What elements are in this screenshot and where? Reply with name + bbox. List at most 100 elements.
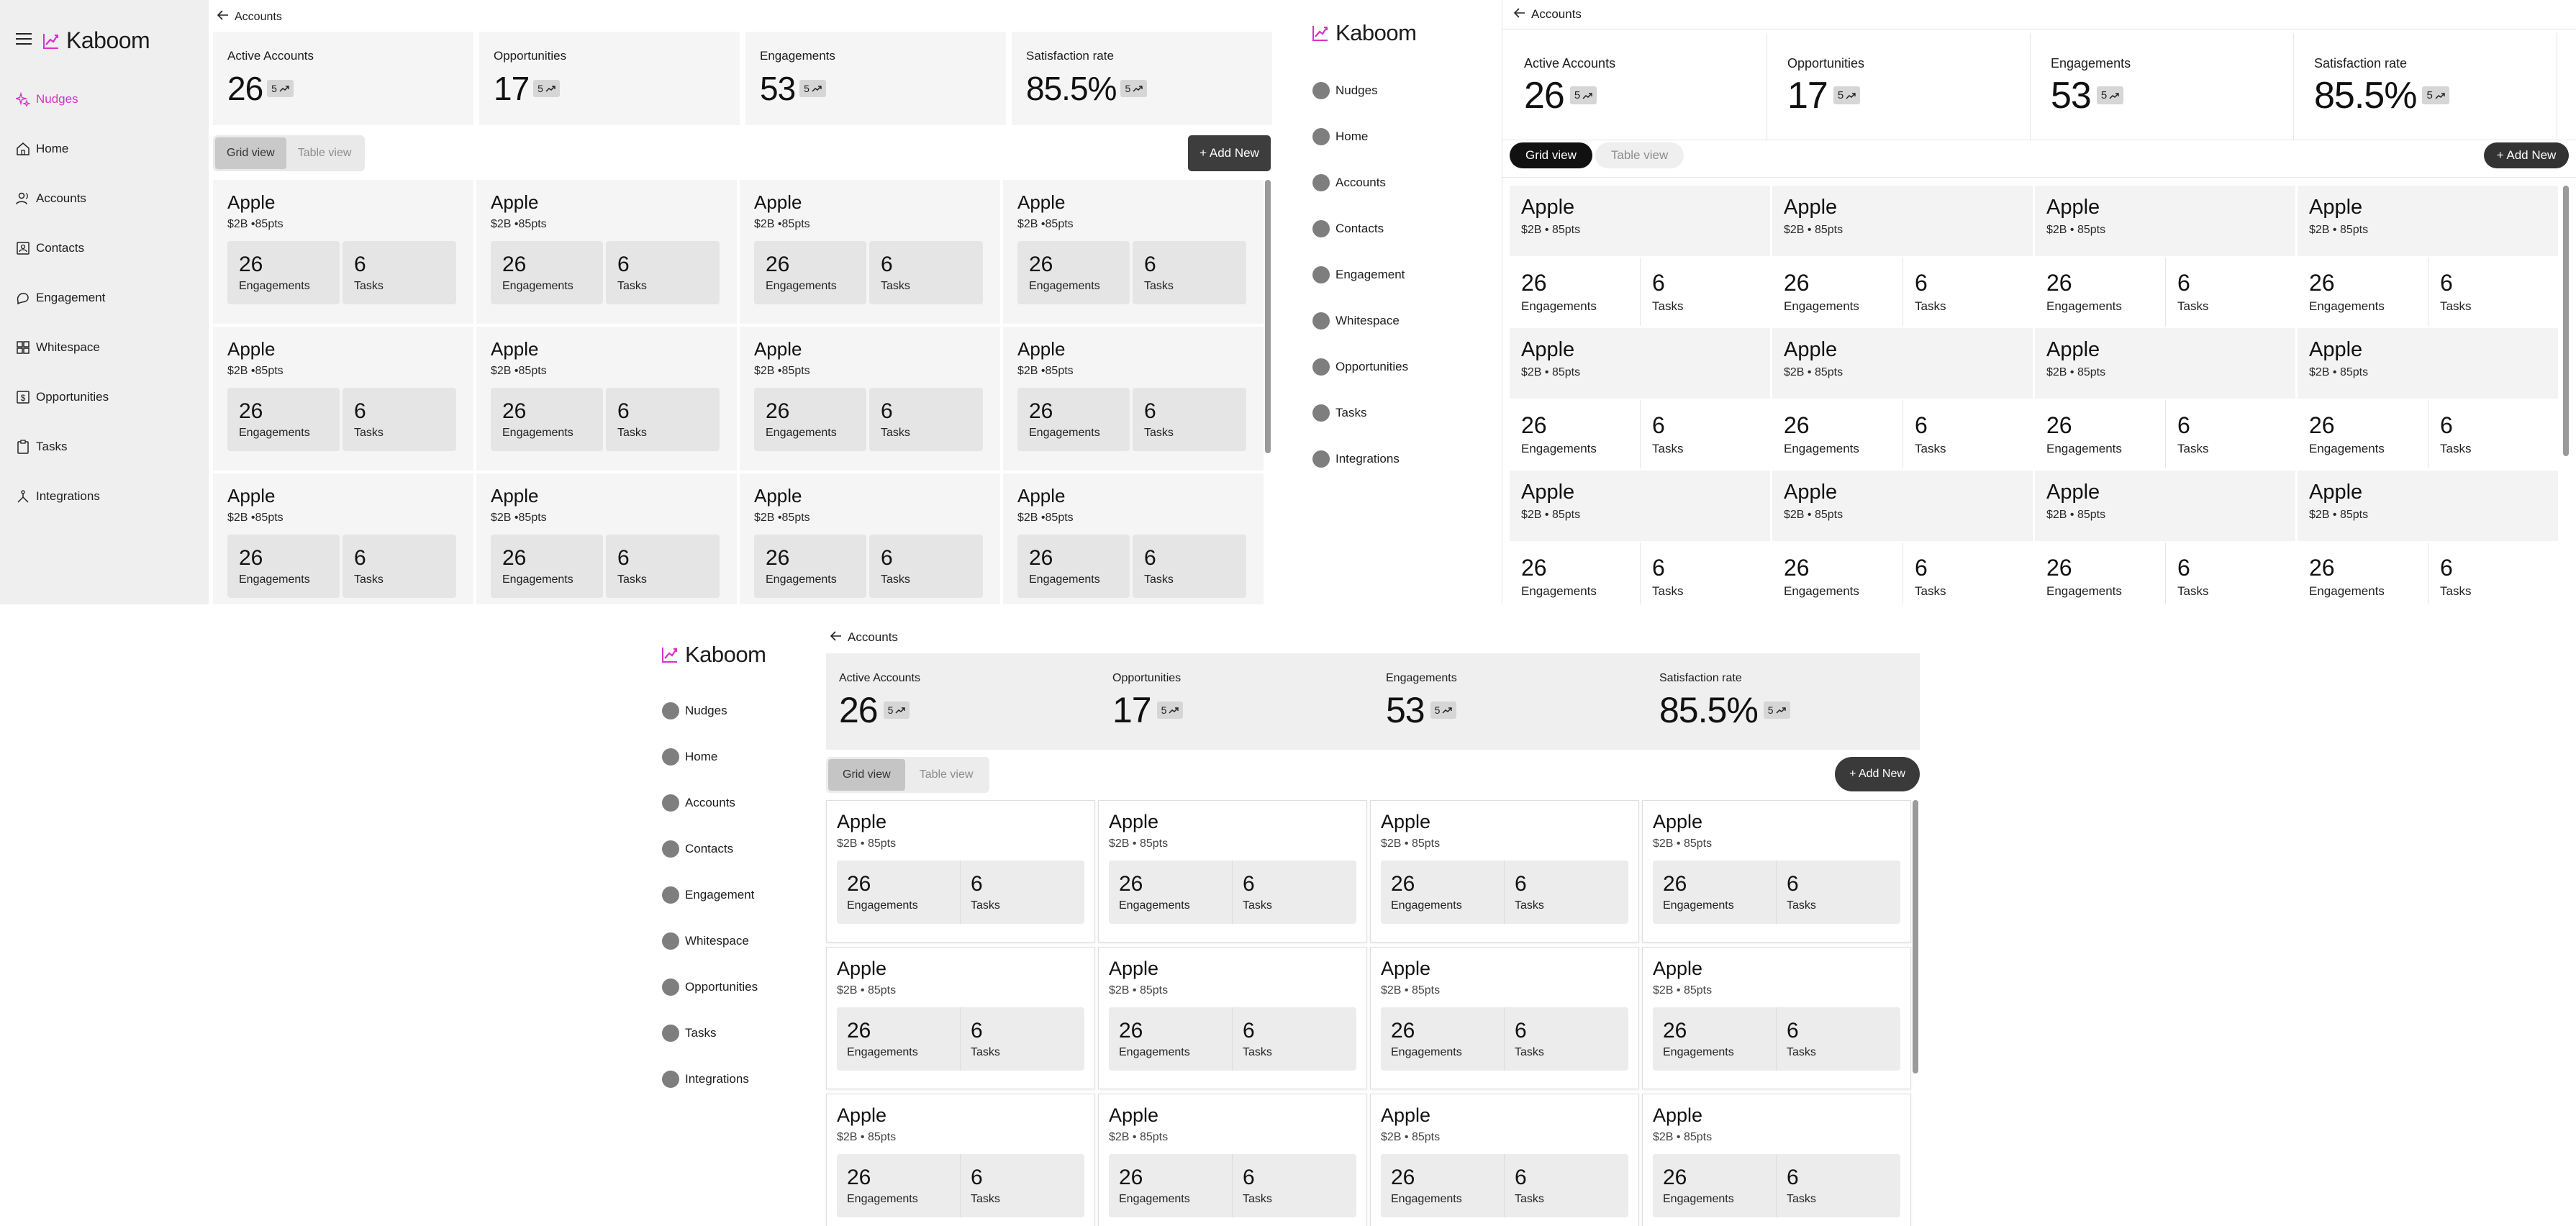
engagements-metric[interactable]: 26 Engagements (491, 388, 603, 451)
account-card[interactable]: Apple $2B • 85pts 26 Engagements 6 Tasks (2035, 186, 2295, 326)
engagements-metric[interactable]: 26 Engagements (837, 1154, 961, 1217)
grid-view-button[interactable]: Grid view (1510, 142, 1592, 168)
tasks-metric[interactable]: 6 Tasks (1903, 258, 2033, 326)
tasks-metric[interactable]: 6 Tasks (343, 241, 456, 304)
tasks-metric[interactable]: 6 Tasks (869, 535, 983, 598)
account-card[interactable]: Apple $2B • 85pts 26 Engagements 6 Tasks (2298, 186, 2558, 326)
engagements-metric[interactable]: 26 Engagements (1772, 542, 1903, 604)
tasks-metric[interactable]: 6 Tasks (1133, 388, 1246, 451)
breadcrumb[interactable]: Accounts (1513, 7, 1582, 22)
engagements-metric[interactable]: 26 Engagements (491, 535, 603, 598)
engagements-metric[interactable]: 26 Engagements (1109, 861, 1233, 924)
account-card[interactable]: Apple $2B •85pts 26 Engagements 6 Tasks (476, 473, 737, 604)
tasks-metric[interactable]: 6 Tasks (2166, 258, 2295, 326)
arrow-left-icon[interactable] (830, 630, 842, 645)
sidebar-item-accounts[interactable]: Accounts (662, 794, 735, 812)
tasks-metric[interactable]: 6 Tasks (1641, 542, 1770, 604)
engagements-metric[interactable]: 26 Engagements (2298, 258, 2428, 326)
engagements-metric[interactable]: 26 Engagements (1017, 535, 1130, 598)
add-new-button[interactable]: + Add New (1188, 135, 1271, 171)
sidebar-item-nudges[interactable]: Nudges (662, 702, 727, 719)
engagements-metric[interactable]: 26 Engagements (1017, 388, 1130, 451)
tasks-metric[interactable]: 6 Tasks (1505, 861, 1627, 924)
sidebar-item-whitespace[interactable]: Whitespace (1312, 312, 1400, 330)
account-card[interactable]: Apple $2B • 85pts 26 Engagements 6 Tasks (1772, 471, 2033, 604)
engagements-metric[interactable]: 26 Engagements (1381, 861, 1505, 924)
tasks-metric[interactable]: 6 Tasks (2166, 542, 2295, 604)
account-card[interactable]: Apple $2B •85pts 26 Engagements 6 Tasks (740, 180, 1000, 324)
tasks-metric[interactable]: 6 Tasks (1233, 861, 1355, 924)
sidebar-item-home[interactable]: Home (16, 142, 68, 156)
engagements-metric[interactable]: 26 Engagements (754, 535, 866, 598)
engagements-metric[interactable]: 26 Engagements (1510, 542, 1641, 604)
sidebar-item-integrations[interactable]: Integrations (1312, 450, 1400, 468)
sidebar-item-opportunities[interactable]: Opportunities (662, 978, 758, 996)
sidebar-item-whitespace[interactable]: Whitespace (662, 932, 749, 950)
account-card[interactable]: Apple $2B • 85pts 26 Engagements 6 Tasks (2035, 328, 2295, 468)
engagements-metric[interactable]: 26 Engagements (1510, 258, 1641, 326)
tasks-metric[interactable]: 6 Tasks (1777, 1007, 1899, 1071)
tasks-metric[interactable]: 6 Tasks (1641, 400, 1770, 468)
tasks-metric[interactable]: 6 Tasks (606, 388, 720, 451)
account-card[interactable]: Apple $2B • 85pts 26 Engagements 6 Tasks (1510, 186, 1770, 326)
engagements-metric[interactable]: 26 Engagements (837, 861, 961, 924)
sidebar-item-integrations[interactable]: Integrations (16, 489, 100, 504)
engagements-metric[interactable]: 26 Engagements (1017, 241, 1130, 304)
account-card[interactable]: Apple $2B • 85pts 26 Engagements 6 Tasks (1370, 1094, 1639, 1226)
tasks-metric[interactable]: 6 Tasks (2428, 400, 2558, 468)
sidebar-item-engagement[interactable]: Engagement (662, 886, 754, 904)
engagements-metric[interactable]: 26 Engagements (2035, 400, 2166, 468)
account-card[interactable]: Apple $2B • 85pts 26 Engagements 6 Tasks (1370, 800, 1639, 943)
account-card[interactable]: Apple $2B •85pts 26 Engagements 6 Tasks (213, 180, 473, 324)
engagements-metric[interactable]: 26 Engagements (754, 241, 866, 304)
account-card[interactable]: Apple $2B •85pts 26 Engagements 6 Tasks (740, 327, 1000, 471)
tasks-metric[interactable]: 6 Tasks (1777, 1154, 1899, 1217)
tasks-metric[interactable]: 6 Tasks (1233, 1007, 1355, 1071)
tasks-metric[interactable]: 6 Tasks (961, 861, 1083, 924)
engagements-metric[interactable]: 26 Engagements (2035, 542, 2166, 604)
sidebar-item-accounts[interactable]: Accounts (1312, 174, 1386, 191)
tasks-metric[interactable]: 6 Tasks (2428, 542, 2558, 604)
engagements-metric[interactable]: 26 Engagements (1653, 1154, 1777, 1217)
tasks-metric[interactable]: 6 Tasks (961, 1007, 1083, 1071)
sidebar-item-tasks[interactable]: Tasks (16, 440, 67, 454)
engagements-metric[interactable]: 26 Engagements (837, 1007, 961, 1071)
sidebar-item-tasks[interactable]: Tasks (1312, 404, 1366, 422)
engagements-metric[interactable]: 26 Engagements (1772, 400, 1903, 468)
sidebar-item-nudges[interactable]: Nudges (1312, 82, 1378, 99)
account-card[interactable]: Apple $2B • 85pts 26 Engagements 6 Tasks (1642, 947, 1911, 1089)
tasks-metric[interactable]: 6 Tasks (606, 535, 720, 598)
breadcrumb[interactable]: Accounts (217, 10, 282, 24)
account-card[interactable]: Apple $2B • 85pts 26 Engagements 6 Tasks (1098, 947, 1367, 1089)
sidebar-item-engagement[interactable]: Engagement (16, 291, 105, 305)
breadcrumb[interactable]: Accounts (830, 630, 898, 645)
account-card[interactable]: Apple $2B •85pts 26 Engagements 6 Tasks (1003, 180, 1264, 324)
engagements-metric[interactable]: 26 Engagements (1653, 1007, 1777, 1071)
engagements-metric[interactable]: 26 Engagements (491, 241, 603, 304)
tasks-metric[interactable]: 6 Tasks (343, 388, 456, 451)
sidebar-item-contacts[interactable]: Contacts (16, 241, 84, 255)
engagements-metric[interactable]: 26 Engagements (1109, 1007, 1233, 1071)
sidebar-item-tasks[interactable]: Tasks (662, 1025, 716, 1042)
tasks-metric[interactable]: 6 Tasks (1133, 535, 1246, 598)
engagements-metric[interactable]: 26 Engagements (1381, 1007, 1505, 1071)
engagements-metric[interactable]: 26 Engagements (1653, 861, 1777, 924)
tasks-metric[interactable]: 6 Tasks (1505, 1154, 1627, 1217)
account-card[interactable]: Apple $2B • 85pts 26 Engagements 6 Tasks (826, 800, 1095, 943)
tasks-metric[interactable]: 6 Tasks (1233, 1154, 1355, 1217)
account-card[interactable]: Apple $2B •85pts 26 Engagements 6 Tasks (476, 327, 737, 471)
account-card[interactable]: Apple $2B •85pts 26 Engagements 6 Tasks (1003, 473, 1264, 604)
account-card[interactable]: Apple $2B • 85pts 26 Engagements 6 Tasks (826, 1094, 1095, 1226)
engagements-metric[interactable]: 26 Engagements (2298, 542, 2428, 604)
tasks-metric[interactable]: 6 Tasks (1903, 542, 2033, 604)
sidebar-item-accounts[interactable]: Accounts (16, 191, 86, 206)
tasks-metric[interactable]: 6 Tasks (869, 241, 983, 304)
account-card[interactable]: Apple $2B •85pts 26 Engagements 6 Tasks (476, 180, 737, 324)
sidebar-item-contacts[interactable]: Contacts (662, 840, 733, 858)
tasks-metric[interactable]: 6 Tasks (1903, 400, 2033, 468)
sidebar-item-opportunities[interactable]: $ Opportunities (16, 390, 109, 404)
account-card[interactable]: Apple $2B • 85pts 26 Engagements 6 Tasks (2035, 471, 2295, 604)
grid-view-button[interactable]: Grid view (215, 137, 286, 169)
arrow-left-icon[interactable] (1513, 7, 1525, 22)
engagements-metric[interactable]: 26 Engagements (227, 388, 340, 451)
